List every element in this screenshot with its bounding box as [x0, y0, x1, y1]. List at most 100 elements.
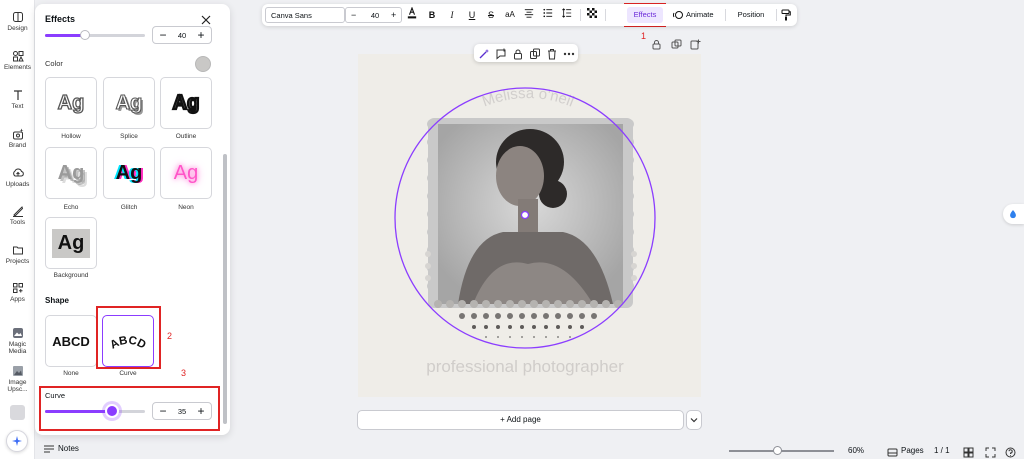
- toolbar-divider: [605, 9, 606, 21]
- add-page-options-button[interactable]: [686, 410, 702, 430]
- elements-icon: [12, 50, 24, 62]
- effects-panel: Effects − 40 + Color Ag Hollow Ag Splice…: [35, 4, 230, 435]
- slider-fill: [45, 34, 85, 37]
- zoom-level[interactable]: 60%: [848, 446, 864, 455]
- effect-label: Splice: [120, 133, 138, 140]
- subtitle-text[interactable]: professional photographer: [426, 357, 624, 376]
- design-icon: [12, 11, 24, 23]
- rail-item-design[interactable]: Design: [0, 11, 35, 32]
- bold-icon[interactable]: B: [425, 7, 439, 23]
- underline-icon[interactable]: U: [465, 7, 479, 23]
- design-artwork: Melissa o'neil professional photographer: [394, 85, 656, 376]
- delete-icon[interactable]: [546, 47, 558, 60]
- page-counter: 1 / 1: [934, 446, 950, 455]
- rail-item-image-upscaler[interactable]: Image Upsc...: [0, 365, 35, 393]
- rail-label: Apps: [10, 296, 25, 303]
- notes-label: Notes: [58, 444, 79, 453]
- list-icon[interactable]: [541, 7, 555, 23]
- add-page-icon[interactable]: [690, 37, 701, 50]
- annotation-number: 3: [181, 368, 187, 378]
- tools-icon: [12, 205, 24, 217]
- effect-echo-tile[interactable]: Ag: [45, 147, 97, 199]
- grid-view-icon[interactable]: [963, 445, 974, 458]
- effect-hollow-tile[interactable]: Ag: [45, 77, 97, 129]
- duplicate-icon[interactable]: [529, 47, 541, 59]
- photo-frame: [425, 118, 637, 338]
- panel-scrollbar[interactable]: [223, 154, 227, 424]
- side-helper-tab[interactable]: [1003, 204, 1024, 224]
- more-options-icon[interactable]: [563, 47, 575, 59]
- font-size-stepper[interactable]: − 40 +: [345, 7, 402, 23]
- paint-format-icon[interactable]: [779, 7, 793, 23]
- text-color-icon[interactable]: [405, 6, 419, 23]
- effect-background-tile[interactable]: Ag: [45, 217, 97, 269]
- rail-item-elements[interactable]: Elements: [0, 50, 35, 71]
- rail-label: Text: [11, 103, 24, 110]
- rail-item-apps[interactable]: Apps: [0, 282, 35, 303]
- effect-splice-tile[interactable]: Ag: [103, 77, 155, 129]
- app-thumbnail-icon[interactable]: [10, 405, 25, 420]
- magic-sparkle-button[interactable]: [6, 430, 28, 452]
- transparency-icon[interactable]: [585, 7, 599, 23]
- chevron-down-icon: [690, 418, 698, 423]
- rail-label: Design: [7, 25, 28, 32]
- effect-label: Glitch: [120, 204, 138, 211]
- annotation-box-curve-slider: [39, 386, 220, 431]
- top-effect-slider[interactable]: [45, 34, 145, 37]
- font-size-decrement[interactable]: −: [351, 10, 356, 20]
- strikethrough-icon[interactable]: S: [484, 7, 498, 23]
- close-icon[interactable]: [200, 13, 212, 25]
- help-icon[interactable]: [1005, 445, 1016, 458]
- annotation-number: 1: [641, 31, 647, 41]
- pages-button[interactable]: Pages: [901, 446, 924, 455]
- effects-button[interactable]: Effects: [627, 7, 663, 23]
- lock-icon[interactable]: [651, 37, 662, 50]
- spacing-icon[interactable]: [560, 7, 574, 23]
- letter-case-icon[interactable]: aA: [503, 7, 517, 23]
- comment-icon[interactable]: [495, 47, 507, 60]
- panel-title: Effects: [45, 14, 76, 24]
- rail-item-magic-media[interactable]: Magic Media: [0, 327, 35, 355]
- rail-item-uploads[interactable]: Uploads: [0, 167, 35, 188]
- text-icon: [12, 89, 24, 101]
- effect-outline-tile[interactable]: Ag: [160, 77, 212, 129]
- curved-name-text[interactable]: Melissa o'neil: [480, 85, 576, 111]
- effect-neon-tile[interactable]: Ag: [160, 147, 212, 199]
- annotation-number: 2: [167, 331, 173, 341]
- animate-button[interactable]: Animate: [670, 7, 722, 23]
- top-effect-stepper[interactable]: − 40 +: [152, 26, 212, 44]
- align-center-icon[interactable]: [522, 7, 536, 23]
- rail-label: Brand: [8, 142, 27, 149]
- color-label: Color: [45, 59, 63, 68]
- color-swatch[interactable]: [195, 56, 211, 72]
- shape-label: Curve: [119, 370, 137, 377]
- increment-button[interactable]: +: [195, 28, 207, 42]
- shape-none-tile[interactable]: ABCD: [45, 315, 97, 367]
- font-family-select[interactable]: Canva Sans: [265, 7, 345, 23]
- left-rail: Design Elements Text Brand Uploads Tools…: [0, 0, 35, 459]
- slider-handle[interactable]: [80, 30, 90, 40]
- effect-label: Background: [53, 272, 89, 279]
- notes-button[interactable]: Notes: [44, 444, 79, 453]
- italic-icon[interactable]: I: [445, 7, 459, 23]
- duplicate-page-icon[interactable]: [671, 37, 682, 49]
- font-size-increment[interactable]: +: [391, 10, 396, 20]
- font-size-value: 40: [370, 11, 380, 20]
- magic-edit-icon[interactable]: [478, 47, 490, 59]
- lock-icon[interactable]: [512, 47, 524, 60]
- pages-icon[interactable]: [887, 445, 898, 457]
- annotation-box-curve-shape: [96, 306, 161, 369]
- droplet-icon: [1010, 210, 1016, 219]
- shape-section-title: Shape: [45, 296, 70, 305]
- position-button[interactable]: Position: [729, 7, 773, 23]
- effect-glitch-tile[interactable]: Ag: [103, 147, 155, 199]
- design-canvas[interactable]: Melissa o'neil professional photographer: [358, 54, 701, 397]
- rail-item-text[interactable]: Text: [0, 89, 35, 110]
- rail-item-brand[interactable]: Brand: [0, 128, 35, 149]
- rail-item-projects[interactable]: Projects: [0, 244, 35, 265]
- add-page-button[interactable]: + Add page: [357, 410, 684, 430]
- zoom-slider-handle[interactable]: [773, 446, 782, 455]
- rail-item-tools[interactable]: Tools: [0, 205, 35, 226]
- fullscreen-icon[interactable]: [985, 445, 996, 458]
- background-sample: Ag: [51, 228, 91, 258]
